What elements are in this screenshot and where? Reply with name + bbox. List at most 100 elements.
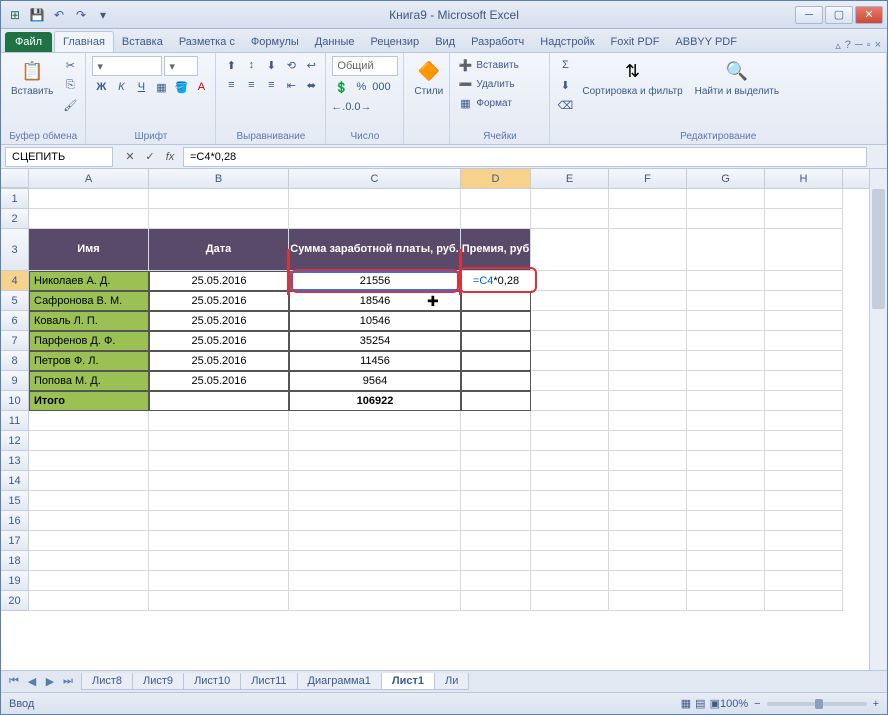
cell[interactable] (687, 431, 765, 451)
cell-name[interactable]: Попова М. Д. (29, 371, 149, 391)
row-header-6[interactable]: 6 (1, 311, 29, 331)
cell[interactable] (29, 411, 149, 431)
cell[interactable] (531, 351, 609, 371)
cell[interactable] (149, 391, 289, 411)
tab-addins[interactable]: Надстройк (532, 32, 602, 52)
autosum-icon[interactable]: Σ (556, 56, 574, 74)
paste-button[interactable]: 📋 Вставить (7, 56, 57, 99)
cell[interactable] (609, 411, 687, 431)
cell[interactable] (461, 551, 531, 571)
decimal-dec-icon[interactable]: .0→ (352, 98, 370, 116)
cell[interactable] (609, 189, 687, 209)
cell[interactable] (765, 551, 843, 571)
cell[interactable] (531, 491, 609, 511)
cell[interactable] (289, 451, 461, 471)
cell[interactable] (687, 451, 765, 471)
tab-layout[interactable]: Разметка с (171, 32, 243, 52)
cell[interactable] (531, 571, 609, 591)
cell-bonus[interactable] (461, 371, 531, 391)
copy-icon[interactable]: ⎘ (61, 76, 79, 94)
confirm-formula-icon[interactable]: ✓ (141, 148, 159, 166)
cell[interactable] (461, 491, 531, 511)
cell[interactable] (609, 511, 687, 531)
cell[interactable] (531, 371, 609, 391)
cell[interactable] (687, 491, 765, 511)
cell[interactable] (609, 491, 687, 511)
header-date[interactable]: Дата (149, 229, 289, 271)
cell[interactable] (687, 551, 765, 571)
underline-button[interactable]: Ч (132, 78, 150, 96)
cell[interactable] (687, 411, 765, 431)
cell[interactable] (687, 471, 765, 491)
percent-icon[interactable]: % (352, 78, 370, 96)
view-layout-icon[interactable]: ▤ (695, 697, 705, 710)
row-header-16[interactable]: 16 (1, 511, 29, 531)
cell[interactable] (765, 431, 843, 451)
cell[interactable] (461, 451, 531, 471)
cell[interactable] (609, 471, 687, 491)
cell[interactable] (609, 531, 687, 551)
font-color-icon[interactable]: A (192, 78, 210, 96)
cell-total-label[interactable]: Итого (29, 391, 149, 411)
cell[interactable] (29, 511, 149, 531)
cell[interactable] (29, 531, 149, 551)
cell[interactable] (765, 451, 843, 471)
cell[interactable] (687, 331, 765, 351)
cell-bonus[interactable] (461, 291, 531, 311)
cell[interactable] (531, 551, 609, 571)
cell-date[interactable]: 25.05.2016 (149, 291, 289, 311)
cell[interactable] (149, 591, 289, 611)
cell[interactable] (531, 229, 609, 271)
cell-name[interactable]: Сафронова В. М. (29, 291, 149, 311)
cell[interactable] (289, 531, 461, 551)
fill-icon[interactable]: ⬇ (556, 76, 574, 94)
cell[interactable] (687, 371, 765, 391)
cell[interactable] (765, 471, 843, 491)
doc-close-icon[interactable]: × (875, 39, 881, 52)
undo-icon[interactable]: ↶ (49, 5, 69, 25)
cell-bonus-editing[interactable]: =C4*0,28 (461, 271, 531, 291)
cell[interactable] (765, 229, 843, 271)
cell-salary[interactable]: 9564 (289, 371, 461, 391)
cell[interactable] (149, 209, 289, 229)
cell[interactable] (149, 571, 289, 591)
cell[interactable] (149, 189, 289, 209)
border-icon[interactable]: ▦ (152, 78, 170, 96)
row-header-9[interactable]: 9 (1, 371, 29, 391)
row-header-3[interactable]: 3 (1, 229, 29, 271)
sheet-nav-first-icon[interactable]: ⏮ (5, 675, 23, 688)
cell[interactable] (29, 571, 149, 591)
row-header-5[interactable]: 5 (1, 291, 29, 311)
col-header-G[interactable]: G (687, 169, 765, 188)
styles-button[interactable]: 🔶 Стили (410, 56, 447, 99)
cell[interactable] (461, 471, 531, 491)
cell-name[interactable]: Парфенов Д. Ф. (29, 331, 149, 351)
cell[interactable] (29, 551, 149, 571)
merge-icon[interactable]: ⬌ (302, 76, 320, 94)
row-header-2[interactable]: 2 (1, 209, 29, 229)
header-name[interactable]: Имя (29, 229, 149, 271)
find-select-button[interactable]: 🔍 Найти и выделить (691, 56, 783, 99)
cell[interactable] (687, 511, 765, 531)
cell[interactable] (149, 411, 289, 431)
sheet-nav-last-icon[interactable]: ⏭ (59, 675, 77, 688)
cell[interactable] (531, 209, 609, 229)
cell[interactable] (765, 531, 843, 551)
cell[interactable] (29, 471, 149, 491)
cell[interactable] (687, 209, 765, 229)
cell[interactable] (531, 331, 609, 351)
cell-salary[interactable]: 10546 (289, 311, 461, 331)
ribbon-minimize-icon[interactable]: ▵ (835, 39, 841, 52)
format-painter-icon[interactable]: 🖌 (61, 96, 79, 114)
cell[interactable] (289, 431, 461, 451)
cell[interactable] (765, 209, 843, 229)
cell[interactable] (687, 531, 765, 551)
cell[interactable] (149, 471, 289, 491)
currency-icon[interactable]: 💲 (332, 78, 350, 96)
font-family-combo[interactable]: ▾ (92, 56, 162, 76)
cell[interactable] (29, 209, 149, 229)
orientation-icon[interactable]: ⟲ (282, 56, 300, 74)
tab-view[interactable]: Вид (427, 32, 463, 52)
cell[interactable] (765, 371, 843, 391)
spreadsheet-grid[interactable]: A B C D E F G H 1 2 3 4 5 6 7 8 9 10 11 … (1, 169, 887, 669)
